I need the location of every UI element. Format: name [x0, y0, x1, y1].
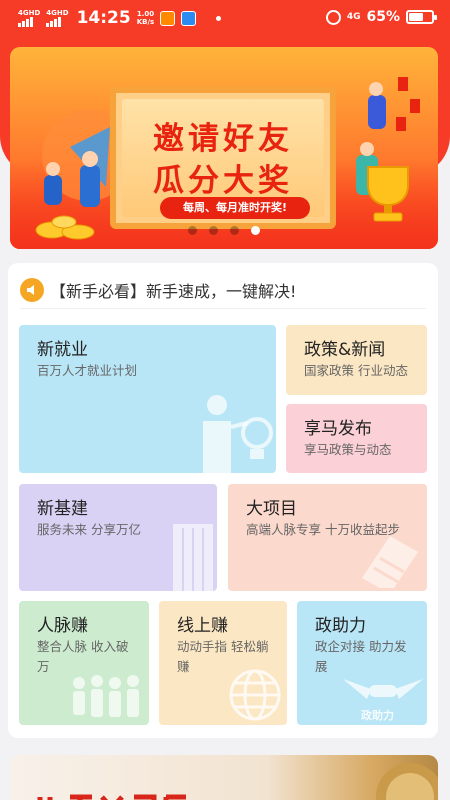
- globe-gold-icon: [376, 763, 438, 800]
- banner-subtitle: 每周、每月准时开奖!: [160, 197, 310, 219]
- coins-icon: [35, 215, 95, 240]
- tile-title: 人脉赚: [37, 616, 88, 636]
- banner-headline-glyphs-icon: [37, 794, 186, 800]
- tile-title: 享马发布: [304, 419, 372, 439]
- net-speed: 1.00 KB/s: [137, 10, 154, 26]
- clock: 14:25: [76, 8, 131, 28]
- notification-dot-icon: [216, 15, 222, 21]
- notification-app-icon: [160, 10, 176, 26]
- speaker-icon: [20, 277, 44, 302]
- bottom-promo-banner[interactable]: [10, 755, 438, 800]
- document-icon: [362, 536, 418, 588]
- globe-icon: [229, 669, 281, 721]
- tile-title: 大项目: [246, 499, 297, 519]
- tile-title: 线上赚: [177, 616, 228, 636]
- services-card: 【新手必看】新手速成，一键解决! 新就业 百万人才就业计划 政策&新闻 国家政策…: [8, 263, 438, 738]
- handshake-wings-icon: [343, 679, 423, 699]
- tile-xiangma-release[interactable]: 享马发布 享马政策与动态: [286, 404, 427, 473]
- signal-label-2: 4GHD: [46, 8, 69, 17]
- tile-subtitle: 享马政策与动态: [304, 442, 392, 457]
- net-speed-value: 1.00: [136, 10, 155, 18]
- tile-subtitle: 服务未来 分享万亿: [37, 522, 141, 537]
- pagination-dot[interactable]: [209, 226, 218, 235]
- building-icon: [173, 524, 213, 591]
- tile-subtitle: 国家政策 行业动态: [304, 363, 408, 378]
- pagination-dot[interactable]: [230, 226, 239, 235]
- notice-text: 【新手必看】新手速成，一键解决!: [50, 281, 297, 301]
- banner-board: 邀请好友 瓜分大奖 每周、每月准时开奖!: [110, 87, 336, 229]
- tile-policy-news[interactable]: 政策&新闻 国家政策 行业动态: [286, 325, 427, 395]
- tile-badge-text: 政助力: [361, 709, 394, 722]
- tile-title: 新就业: [37, 340, 88, 360]
- tile-subtitle: 政企对接 助力发展: [315, 639, 407, 674]
- notice-bar[interactable]: 【新手必看】新手速成，一键解决!: [20, 271, 426, 309]
- tile-title: 政策&新闻: [304, 340, 386, 360]
- tile-big-project[interactable]: 大项目 高端人脉专享 十万收益起步: [228, 484, 427, 591]
- banner-title-line2: 瓜分大奖: [153, 163, 293, 199]
- trophy-icon: [367, 166, 409, 222]
- tile-new-infrastructure[interactable]: 新基建 服务未来 分享万亿: [19, 484, 217, 591]
- status-bar: 4GHD 4GHD 14:25 1.00 KB/s 4G 65%: [0, 0, 450, 36]
- banner-title-line1: 邀请好友: [153, 121, 293, 157]
- net-speed-unit: KB/s: [136, 18, 155, 26]
- battery-icon: [406, 10, 437, 24]
- signal-label: 4GHD: [18, 8, 41, 17]
- alarm-icon: [325, 9, 341, 25]
- crowd-icon: [73, 675, 139, 717]
- pagination-dot-active[interactable]: [251, 226, 260, 235]
- presenter-lightbulb-icon: [203, 395, 273, 473]
- tile-online-earn[interactable]: 线上赚 动动手指 轻松躺赚: [159, 601, 287, 725]
- tile-government-assist[interactable]: 政助力 政企对接 助力发展 政助力: [297, 601, 427, 725]
- tile-new-employment[interactable]: 新就业 百万人才就业计划: [19, 325, 276, 473]
- notification-send-icon: [181, 10, 197, 26]
- tile-network-earn[interactable]: 人脉赚 整合人脉 收入破万: [19, 601, 149, 725]
- promo-banner[interactable]: 邀请好友 瓜分大奖 每周、每月准时开奖!: [10, 47, 438, 249]
- pagination-dot[interactable]: [188, 226, 197, 235]
- signal-icon-2: 4GHD: [46, 8, 69, 27]
- tile-title: 政助力: [315, 616, 366, 636]
- battery-percent: 65%: [366, 9, 400, 25]
- banner-pagination[interactable]: [10, 226, 438, 235]
- signal-icon: 4GHD: [18, 8, 41, 27]
- tile-subtitle: 百万人才就业计划: [37, 363, 138, 378]
- tile-title: 新基建: [37, 499, 88, 519]
- network-type: 4G: [346, 12, 361, 22]
